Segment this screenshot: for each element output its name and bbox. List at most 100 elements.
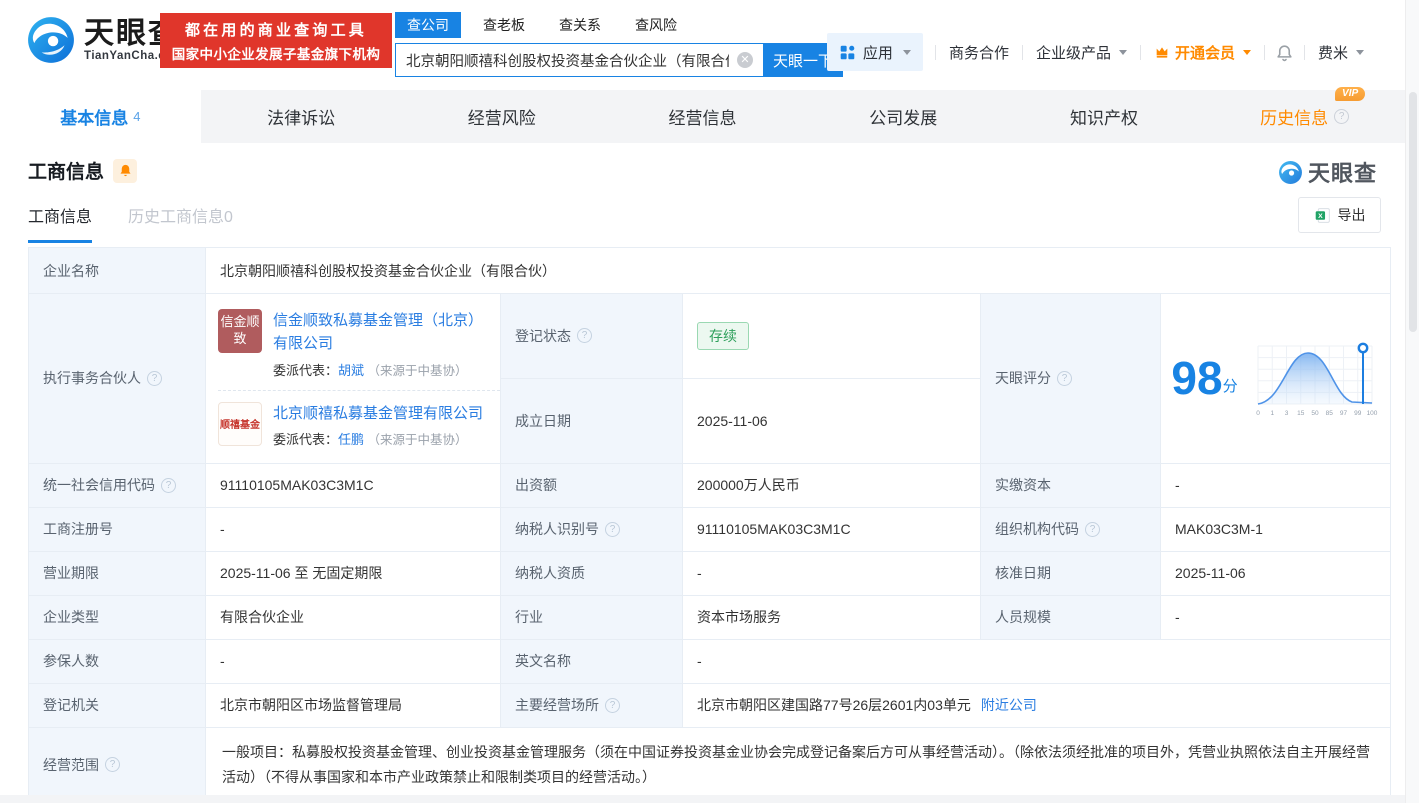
search-tab-risk[interactable]: 查风险 bbox=[623, 12, 689, 38]
status-subrow: 登记状态 ? 存续 bbox=[501, 294, 980, 379]
field-label: 企业名称 bbox=[29, 248, 206, 293]
table-row: 工商注册号 - 纳税人识别号? 91110105MAK03C3M1C 组织机构代码? MA… bbox=[29, 507, 1390, 552]
partners-cell: 信金顺致 信金顺致私募基金管理（北京）有限公司 委派代表：胡斌 （来源于中基协） 顺禧… bbox=[206, 294, 501, 463]
help-icon[interactable]: ? bbox=[1085, 521, 1100, 537]
representative-source: （来源于中基协） bbox=[364, 432, 468, 447]
representative-name-link[interactable]: 胡斌 bbox=[338, 363, 364, 378]
field-label: 行业 bbox=[501, 595, 683, 639]
help-icon[interactable]: ? bbox=[105, 757, 120, 773]
status-date-column: 登记状态 ? 存续 成立日期 2025-11-06 bbox=[501, 294, 981, 463]
subtab-business-info[interactable]: 工商信息 bbox=[28, 203, 93, 243]
subtab-history-business-info[interactable]: 历史工商信息0 bbox=[128, 203, 233, 243]
search-row: ✕ 天眼一下 bbox=[395, 43, 843, 77]
field-label-text: 登记机关 bbox=[43, 697, 99, 714]
tab-operating-risk[interactable]: 经营风险 bbox=[401, 90, 602, 143]
tab-history-info[interactable]: 历史信息 VIP? bbox=[1204, 87, 1405, 143]
user-caret-icon bbox=[1356, 49, 1364, 55]
search-input[interactable] bbox=[395, 43, 763, 77]
tab-label: 法律诉讼 bbox=[267, 109, 336, 128]
search-tab-company[interactable]: 查公司 bbox=[395, 12, 461, 38]
field-value: 200000万人民币 bbox=[683, 463, 981, 507]
table-row-partners: 执行事务合伙人 ? 信金顺致 信金顺致私募基金管理（北京）有限公司 委派代表：胡斌 … bbox=[29, 294, 1390, 464]
bottom-strip bbox=[0, 795, 1405, 803]
notifications-bell[interactable] bbox=[1275, 43, 1294, 62]
chart-tick-label: 100 bbox=[1366, 410, 1377, 417]
bell-icon bbox=[1277, 44, 1292, 61]
tab-label: 知识产权 bbox=[1069, 109, 1138, 128]
field-label-text: 企业类型 bbox=[43, 609, 99, 626]
field-value: - bbox=[1161, 464, 1390, 507]
scrollbar-thumb[interactable] bbox=[1409, 92, 1417, 332]
partner-avatar: 顺禧基金 bbox=[218, 401, 262, 446]
monitor-bell-button[interactable] bbox=[113, 158, 138, 183]
help-icon[interactable]: ? bbox=[577, 328, 592, 344]
tab-label: 公司发展 bbox=[869, 109, 938, 128]
apps-caret-icon bbox=[902, 49, 911, 55]
help-icon[interactable]: ? bbox=[161, 477, 176, 493]
representative-label: 委派代表： bbox=[273, 362, 339, 378]
field-value-text: 2025-11-06 bbox=[1175, 565, 1246, 582]
established-label: 成立日期 bbox=[515, 412, 571, 429]
help-icon[interactable]: ? bbox=[605, 521, 620, 537]
search-tab-relation[interactable]: 查关系 bbox=[547, 12, 613, 38]
divider bbox=[1139, 44, 1141, 60]
field-value-text: - bbox=[1175, 477, 1180, 494]
field-label: 营业期限 bbox=[29, 551, 206, 595]
search-tab-boss[interactable]: 查老板 bbox=[471, 12, 537, 38]
partner-name-link[interactable]: 信金顺致私募基金管理（北京）有限公司 bbox=[273, 309, 492, 356]
field-label: 成立日期 bbox=[501, 378, 683, 463]
representative-name-link[interactable]: 任鹏 bbox=[338, 432, 364, 447]
page: 天眼查 TianYanCha.com 都在用的商业查询工具 国家中小企业发展子基… bbox=[0, 0, 1405, 803]
field-value: - bbox=[206, 507, 501, 551]
export-button[interactable]: X 导出 bbox=[1298, 197, 1381, 233]
partner-name-link[interactable]: 北京顺禧私募基金管理有限公司 bbox=[273, 402, 483, 425]
field-label-text: 统一社会信用代码 bbox=[43, 477, 155, 494]
help-icon[interactable]: ? bbox=[147, 370, 162, 386]
help-icon[interactable]: ? bbox=[1334, 109, 1350, 124]
partner-item: 信金顺致 信金顺致私募基金管理（北京）有限公司 委派代表：胡斌 （来源于中基协） bbox=[218, 298, 500, 390]
representative-label: 委派代表： bbox=[273, 431, 339, 447]
tab-intellectual-property[interactable]: 知识产权 bbox=[1004, 90, 1205, 143]
user-menu[interactable]: 费米 bbox=[1318, 42, 1364, 63]
score-distribution-chart: 0 1 3 15 50 85 97 99 100 bbox=[1256, 342, 1377, 417]
crown-icon bbox=[1156, 47, 1168, 58]
apps-grid-icon bbox=[840, 45, 855, 59]
field-label-text: 英文名称 bbox=[515, 653, 571, 670]
partners-label: 执行事务合伙人 bbox=[43, 370, 141, 387]
menu-enterprise-products[interactable]: 企业级产品 bbox=[1036, 42, 1127, 63]
tab-basic-info[interactable]: 基本信息 4 bbox=[0, 90, 201, 143]
help-icon[interactable]: ? bbox=[605, 697, 620, 713]
field-value-text: 200000万人民币 bbox=[697, 477, 800, 494]
field-label: 核准日期 bbox=[981, 551, 1161, 595]
field-value: 资本市场服务 bbox=[683, 595, 981, 639]
field-label-text: 参保人数 bbox=[43, 653, 99, 670]
field-value: 一般项目：私募股权投资基金管理、创业投资基金管理服务（须在中国证券投资基金业协会… bbox=[206, 728, 1390, 802]
tab-label-wrap: 法律诉讼 bbox=[267, 104, 335, 129]
representative-source: （来源于中基协） bbox=[364, 363, 468, 378]
clear-search-icon[interactable]: ✕ bbox=[737, 52, 753, 68]
table-row-company-name: 企业名称 北京朝阳顺禧科创股权投资基金合伙企业（有限合伙） bbox=[29, 248, 1390, 294]
tab-legal-proceedings[interactable]: 法律诉讼 bbox=[201, 90, 402, 143]
score-unit: 分 bbox=[1222, 378, 1238, 396]
tab-label: 经营风险 bbox=[467, 109, 536, 128]
menu-open-vip[interactable]: 开通会员 bbox=[1154, 42, 1251, 63]
tab-company-development[interactable]: 公司发展 bbox=[803, 90, 1004, 143]
field-label-text: 工商注册号 bbox=[43, 521, 113, 538]
nearby-companies-link[interactable]: 附近公司 bbox=[981, 695, 1037, 715]
scrollbar-track[interactable] bbox=[1405, 0, 1419, 803]
field-label-text: 组织机构代码 bbox=[995, 521, 1079, 538]
field-label-text: 行业 bbox=[515, 609, 543, 626]
vip-caret-icon bbox=[1242, 49, 1251, 55]
table-row: 企业类型 有限合伙企业 行业 资本市场服务 人员规模 - bbox=[29, 595, 1390, 640]
tab-operating-info[interactable]: 经营信息 bbox=[602, 90, 803, 143]
tab-count: 4 bbox=[133, 109, 141, 124]
field-label: 工商注册号 bbox=[29, 507, 206, 551]
help-icon[interactable]: ? bbox=[1057, 370, 1072, 386]
chart-tick-label: 85 bbox=[1325, 410, 1333, 417]
search-tabs: 查公司 查老板 查关系 查风险 bbox=[395, 12, 843, 38]
menu-business-cooperation[interactable]: 商务合作 bbox=[949, 42, 1009, 63]
score-value: 98 bbox=[1171, 352, 1223, 405]
field-value: 91110105MAK03C3M1C bbox=[206, 463, 501, 507]
table-row: 营业期限 2025-11-06 至 无固定期限 纳税人资质 - 核准日期 2025-11-… bbox=[29, 551, 1390, 596]
apps-menu[interactable]: 应用 bbox=[826, 33, 923, 71]
